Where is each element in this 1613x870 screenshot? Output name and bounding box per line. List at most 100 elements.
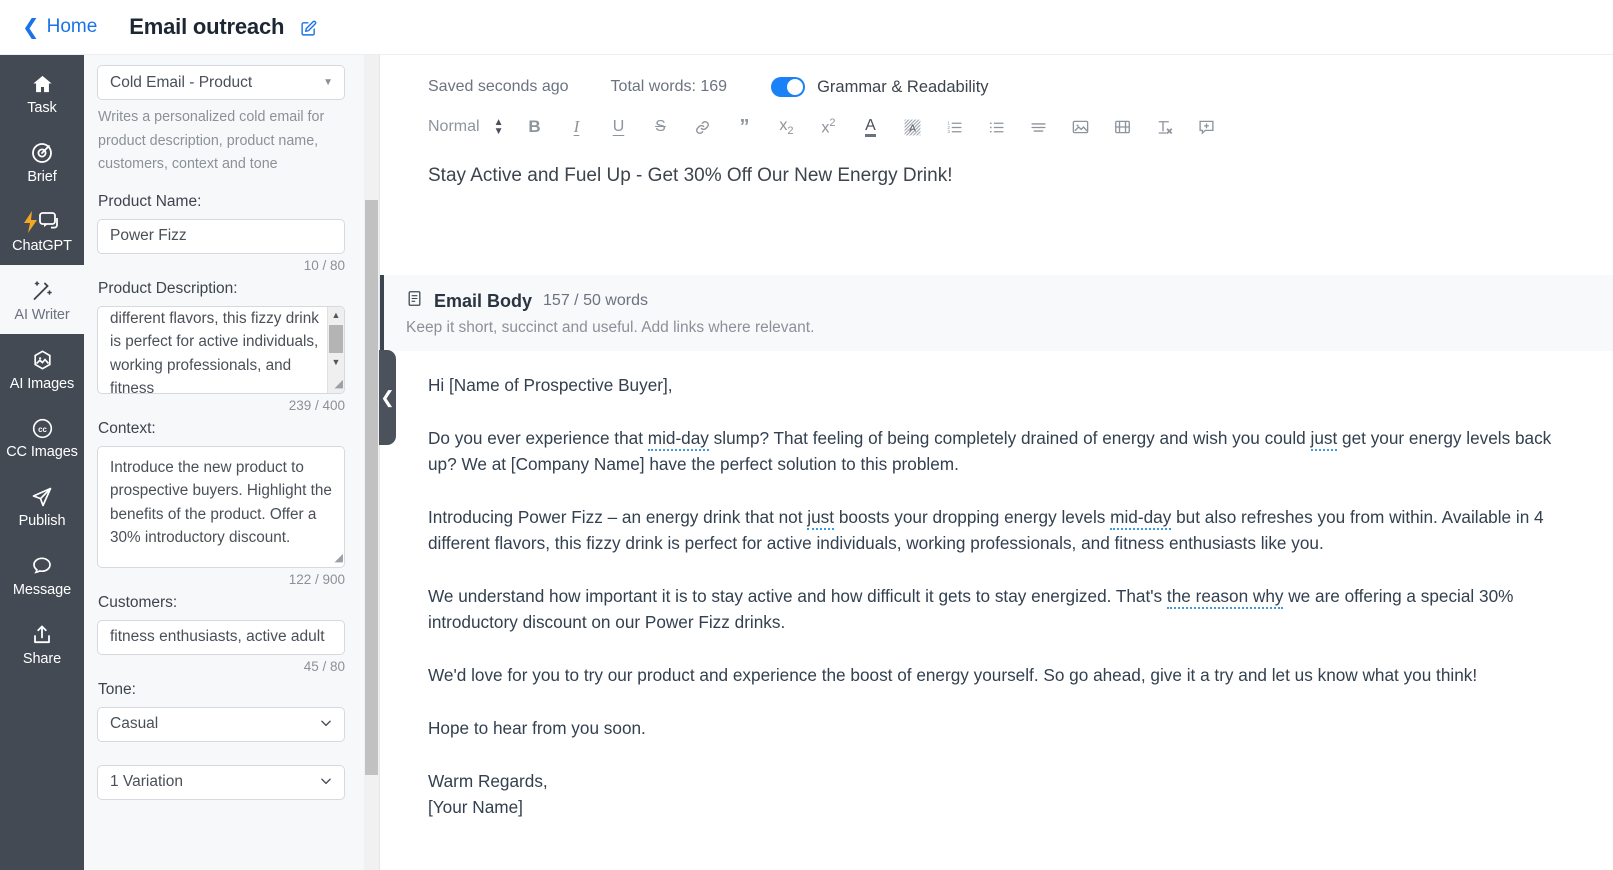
sidebar-item-label: Task <box>27 100 57 116</box>
customers-value: fitness enthusiasts, active adult <box>110 628 325 645</box>
sidebar-item-label: AI Images <box>9 376 75 392</box>
grammar-suggestion[interactable]: the reason why <box>1166 586 1284 609</box>
chevron-left-icon: ❮ <box>22 15 40 39</box>
sidebar-item-message[interactable]: Message <box>0 540 84 609</box>
clear-format-icon[interactable] <box>1143 111 1185 143</box>
creative-commons-icon: cc <box>31 417 54 440</box>
variation-select[interactable]: 1 Variation <box>97 764 345 800</box>
paragraph-5: Hope to hear from you soon. <box>428 718 646 738</box>
collapse-panel-button[interactable]: ❮ <box>379 350 396 445</box>
video-icon[interactable] <box>1101 111 1143 143</box>
sidebar-item-task[interactable]: Task <box>0 59 84 127</box>
sidebar-item-ai-writer[interactable]: AI Writer <box>0 265 84 334</box>
highlight-color-icon[interactable]: A <box>891 111 933 143</box>
grammar-readability-label: Grammar & Readability <box>817 77 989 96</box>
align-icon[interactable] <box>1017 111 1059 143</box>
sidebar-item-label: Message <box>12 582 72 598</box>
customers-input[interactable]: fitness enthusiasts, active adult <box>97 619 345 655</box>
total-words-count: Total words: 169 <box>610 78 728 95</box>
speech-bubble-icon <box>30 554 54 578</box>
product-description-textarea[interactable]: different flavors, this fizzy drink is p… <box>97 305 345 394</box>
paragraph-3: We understand how important it is to sta… <box>428 583 1553 635</box>
blockquote-icon[interactable]: ” <box>723 111 765 143</box>
sidebar-item-label: CC Images <box>6 444 78 460</box>
variation-select-value: 1 Variation <box>110 773 183 790</box>
paragraph-signature: [Your Name] <box>428 797 523 817</box>
sidebar-item-label: AI Writer <box>14 307 70 323</box>
resize-grip-icon[interactable]: ◢ <box>330 378 343 392</box>
back-link-label: Home <box>46 16 98 37</box>
email-body-section-header: Email Body 157 / 50 words Keep it short,… <box>380 275 1613 351</box>
image-icon[interactable] <box>1059 111 1101 143</box>
chevron-down-icon <box>319 716 333 735</box>
paper-plane-icon <box>30 485 54 509</box>
svg-text:3: 3 <box>947 129 950 134</box>
scroll-down-arrow-icon[interactable]: ▼ <box>332 354 341 371</box>
product-name-input[interactable]: Power Fizz <box>97 218 345 254</box>
product-description-label: Product Description: <box>98 279 238 297</box>
context-label: Context: <box>98 419 156 437</box>
template-select[interactable]: Cold Email - Product ▼ <box>97 65 345 100</box>
email-body-word-count: 157 / 50 words <box>543 292 648 309</box>
bullet-list-icon[interactable] <box>975 111 1017 143</box>
sidebar-item-brief[interactable]: Brief <box>0 127 84 196</box>
link-icon[interactable] <box>681 111 723 143</box>
template-description: Writes a personalized cold email for pro… <box>98 109 325 172</box>
template-form-panel: Cold Email - Product ▼ Writes a personal… <box>84 55 380 870</box>
context-value: Introduce the new product to prospective… <box>110 458 332 547</box>
sidebar-item-label: Share <box>22 651 62 667</box>
paragraph-1: Do you ever experience that mid-day slum… <box>428 425 1553 477</box>
italic-icon[interactable]: I <box>555 111 597 143</box>
sidebar-item-label: Publish <box>18 513 66 529</box>
customers-counter: 45 / 80 <box>303 658 345 674</box>
updown-arrows-icon: ▲ ▼ <box>493 117 504 137</box>
email-body-editor[interactable]: Hi [Name of Prospective Buyer], Do you e… <box>380 351 1613 820</box>
paragraph-style-select[interactable]: Normal ▲ ▼ <box>428 117 513 137</box>
text-color-icon[interactable]: A <box>849 111 891 143</box>
top-bar: ❮ Home Email outreach <box>0 0 1613 55</box>
target-icon <box>30 141 54 165</box>
caret-down-icon: ▼ <box>323 76 333 88</box>
sidebar-item-chatgpt[interactable]: ChatGPT <box>0 196 84 265</box>
main-region: Task Brief ChatGPT AI Writer AI Images c… <box>0 55 1613 870</box>
product-name-label: Product Name: <box>98 192 202 210</box>
ordered-list-icon[interactable]: 123 <box>933 111 975 143</box>
grammar-suggestion[interactable]: mid-day <box>647 428 709 451</box>
editor-pane: Saved seconds ago Total words: 169 Gramm… <box>380 55 1613 870</box>
superscript-icon[interactable]: x2 <box>807 111 849 143</box>
home-icon <box>30 73 55 96</box>
sidebar-item-share[interactable]: Share <box>0 609 84 678</box>
sidebar-item-cc-images[interactable]: cc CC Images <box>0 403 84 471</box>
subject-line[interactable]: Stay Active and Fuel Up - Get 30% Off Ou… <box>380 143 1613 187</box>
sidebar-item-publish[interactable]: Publish <box>0 471 84 540</box>
scroll-up-arrow-icon[interactable]: ▲ <box>332 307 341 324</box>
strikethrough-icon[interactable]: S <box>639 111 681 143</box>
text-run: Introducing Power Fizz – an energy drink… <box>428 507 808 527</box>
form-panel-scrollbar[interactable] <box>364 55 379 870</box>
context-counter: 122 / 900 <box>288 571 345 587</box>
toggle-switch[interactable] <box>771 77 806 97</box>
resize-grip-icon[interactable]: ◢ <box>330 552 343 566</box>
sidebar-item-ai-images[interactable]: AI Images <box>0 334 84 403</box>
product-description-counter: 239 / 400 <box>288 397 345 413</box>
grammar-suggestion[interactable]: just <box>1310 428 1338 451</box>
svg-text:A: A <box>909 123 916 134</box>
paragraph-style-value: Normal <box>428 118 480 135</box>
tone-label: Tone: <box>98 680 136 698</box>
form-panel-scroll-thumb[interactable] <box>365 200 378 775</box>
grammar-suggestion[interactable]: just <box>807 507 835 530</box>
subscript-icon[interactable]: x2 <box>765 111 807 143</box>
add-comment-icon[interactable] <box>1185 111 1227 143</box>
underline-icon[interactable]: U <box>597 111 639 143</box>
grammar-suggestion[interactable]: mid-day <box>1110 507 1172 530</box>
product-name-counter: 10 / 80 <box>303 257 345 273</box>
bold-icon[interactable]: B <box>513 111 555 143</box>
back-to-home-link[interactable]: ❮ Home <box>22 16 97 38</box>
edit-pencil-icon[interactable] <box>300 20 317 37</box>
grammar-readability-toggle[interactable]: Grammar & Readability <box>771 77 989 97</box>
scrollbar-thumb[interactable] <box>329 324 343 353</box>
tone-select[interactable]: Casual <box>97 706 345 742</box>
text-run: Do you ever experience that <box>428 428 648 448</box>
context-textarea[interactable]: Introduce the new product to prospective… <box>97 445 345 568</box>
paragraph-signoff: Warm Regards, <box>428 771 548 791</box>
